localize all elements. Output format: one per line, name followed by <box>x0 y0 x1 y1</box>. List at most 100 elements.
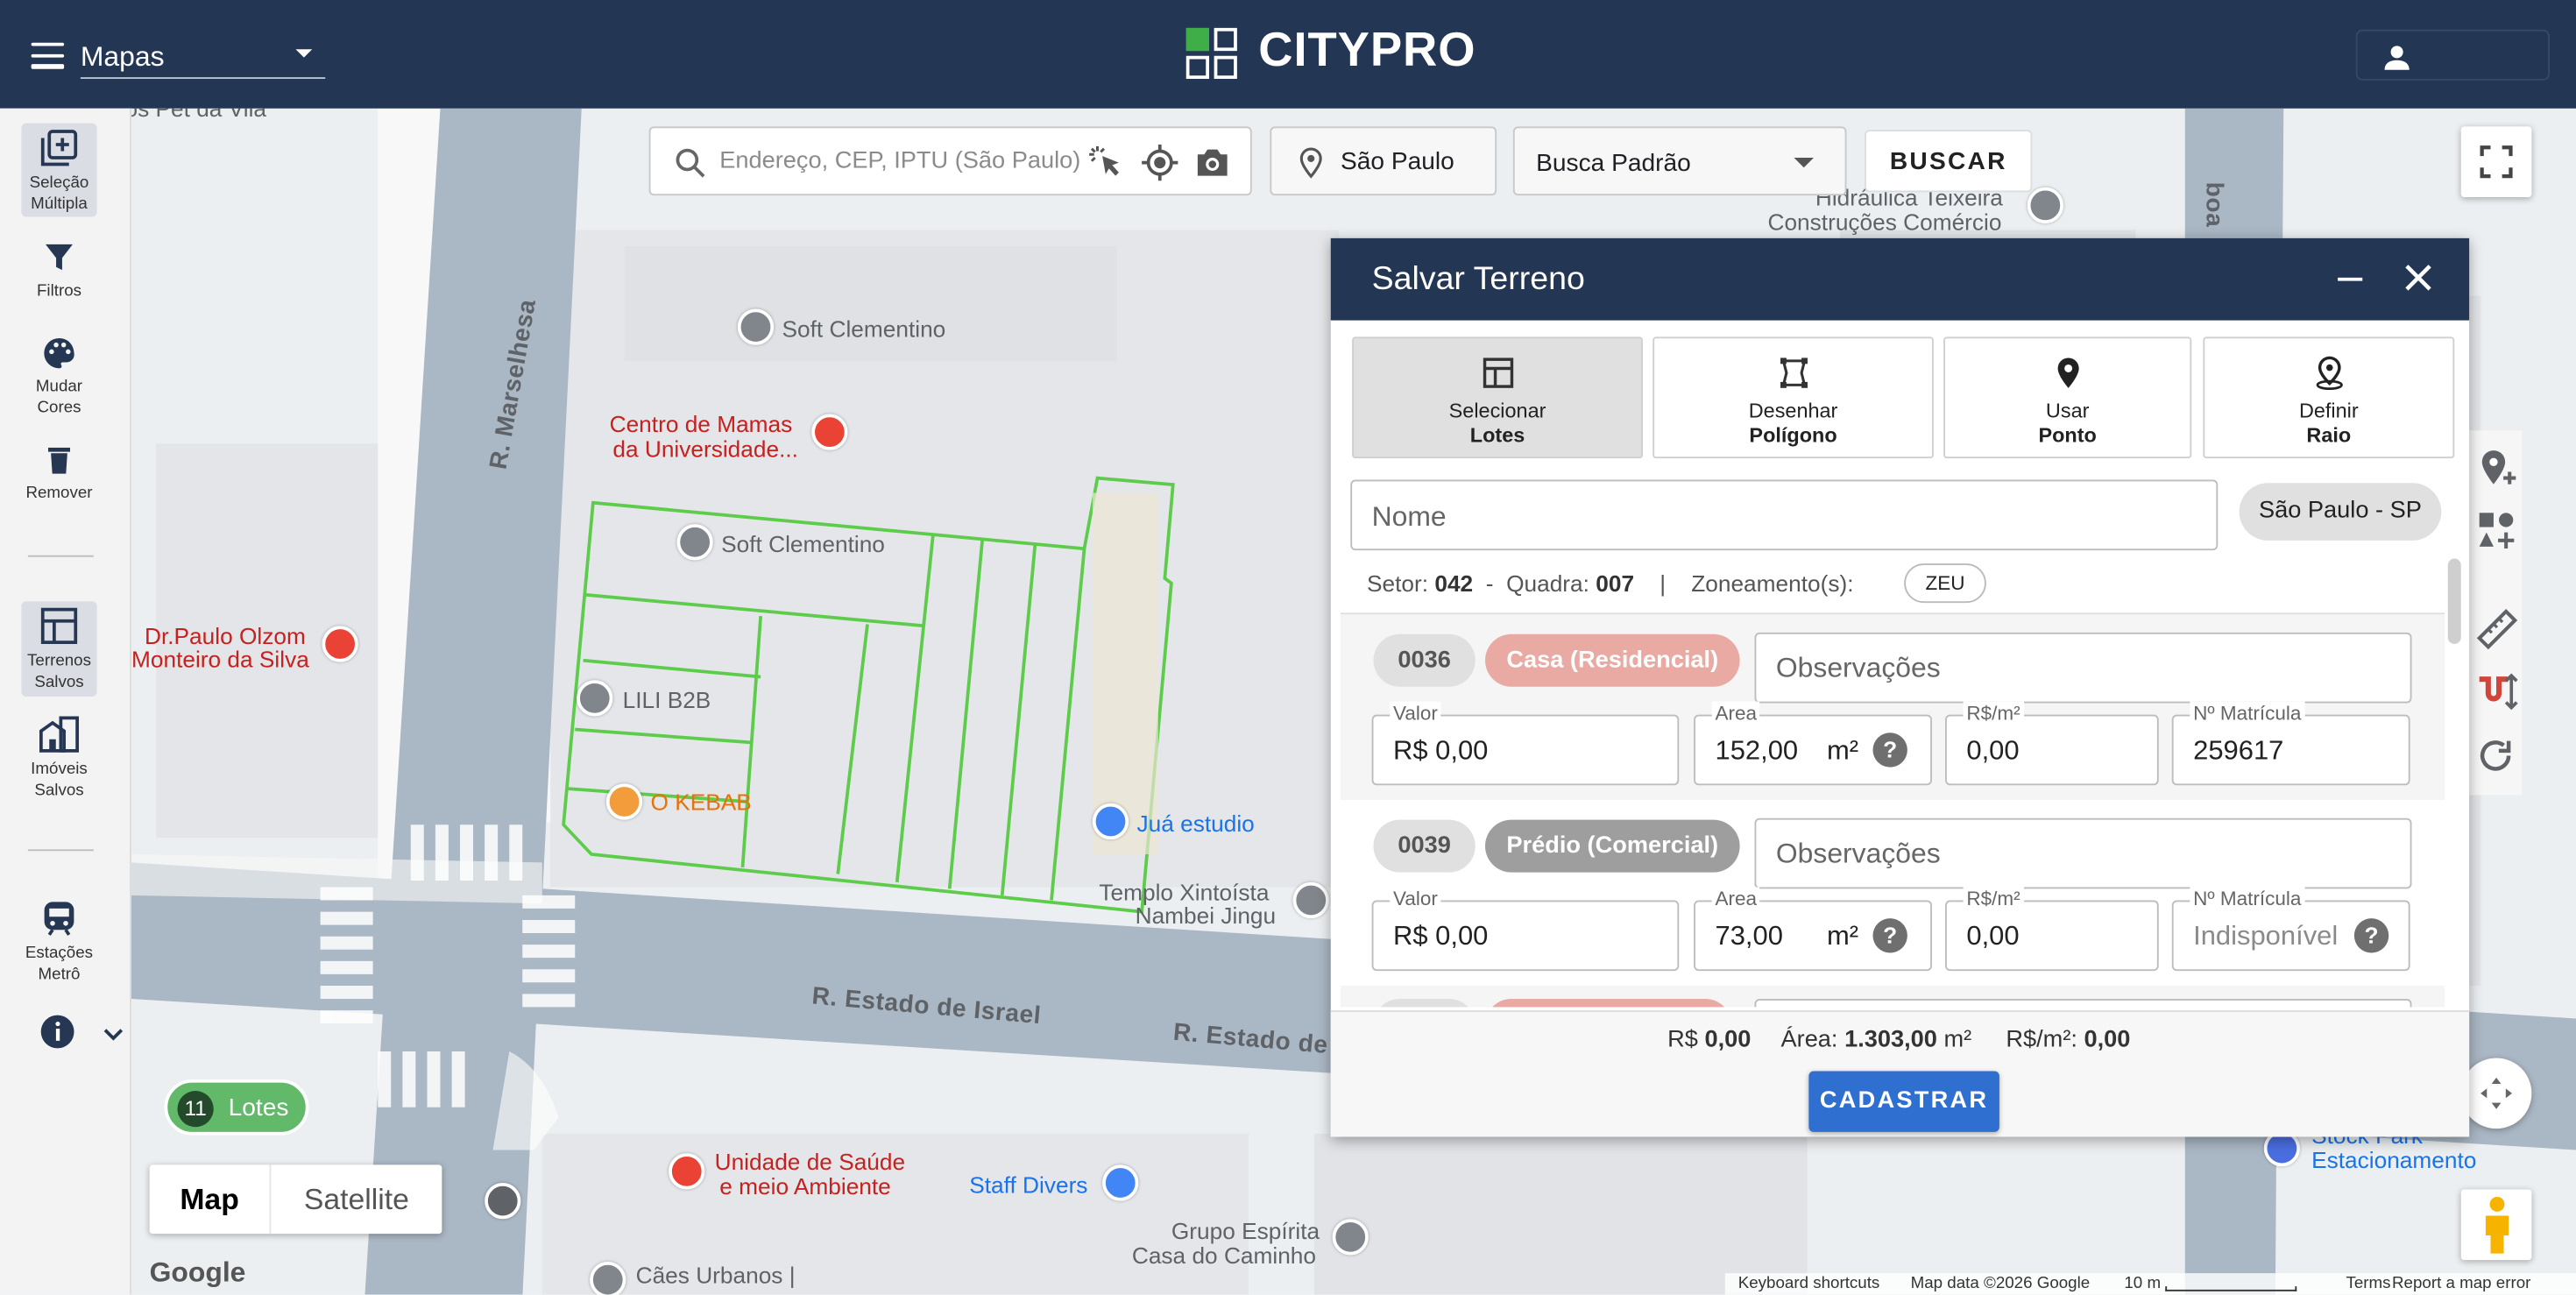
setor-label: Setor: <box>1367 570 1429 597</box>
scrollbar[interactable] <box>2447 558 2461 644</box>
worship-pin-icon[interactable] <box>1332 1219 1369 1256</box>
terms-link[interactable]: Terms <box>2346 1275 2391 1293</box>
temple-pin-icon[interactable] <box>1292 881 1329 919</box>
fullscreen-button[interactable] <box>2460 126 2532 197</box>
rsm2-field[interactable]: R$/m² 0,00 <box>1945 701 2159 786</box>
close-icon[interactable] <box>2402 261 2435 294</box>
lot-use-chip: Prédio (Comercial) <box>1485 819 1740 873</box>
matricula-field[interactable]: Nº Matrícula Indisponível ? <box>2171 887 2410 972</box>
poi-label[interactable]: O KEBAB <box>651 789 752 815</box>
help-icon[interactable]: ? <box>1872 732 1907 768</box>
scale-bar <box>2165 1286 2297 1291</box>
poi-label[interactable]: Grupo Espírita <box>1171 1217 1320 1243</box>
poi-pin-icon[interactable] <box>2027 187 2063 223</box>
matricula-field[interactable]: Nº Matrícula 259617 <box>2171 701 2410 786</box>
poi-label[interactable]: da Universidade... <box>612 435 798 462</box>
poi-label[interactable]: Unidade de Saúde <box>715 1149 906 1175</box>
sidebar-item-remover[interactable]: Remover <box>21 437 96 505</box>
cadastrar-button[interactable]: CADASTRAR <box>1808 1071 1999 1132</box>
poi-label[interactable]: Soft Clementino <box>721 531 885 557</box>
pan-button[interactable] <box>2460 1058 2532 1129</box>
chevron-down-icon[interactable] <box>102 1027 124 1044</box>
poi-pin-icon[interactable] <box>590 1262 626 1295</box>
mode-usar-ponto[interactable]: Usar Ponto <box>1943 336 2192 459</box>
matricula-label: Nº Matrícula <box>2190 701 2305 725</box>
area-field[interactable]: Area 73,00 m² ? <box>1694 887 1932 972</box>
user-menu-button[interactable] <box>2355 29 2550 81</box>
bus-stop-icon[interactable] <box>485 1183 521 1220</box>
subway-icon <box>44 902 74 936</box>
city-button[interactable]: São Paulo <box>1270 126 1497 196</box>
keyboard-shortcuts-link[interactable]: Keyboard shortcuts <box>1738 1275 1880 1293</box>
add-shape-icon[interactable] <box>2476 509 2519 552</box>
poi-label[interactable]: Cães Urbanos | <box>636 1262 796 1288</box>
sidebar-item-imoveis-salvos[interactable]: Imóveis Salvos <box>21 710 96 802</box>
hospital-pin-icon[interactable] <box>811 414 848 450</box>
sidebar-item-selecao-multipla[interactable]: Seleção Múltipla <box>21 123 97 217</box>
poi-label[interactable]: Centro de Mamas <box>610 411 793 437</box>
sidebar-item-estacoes-metro[interactable]: Estações Metrô <box>21 894 96 986</box>
poi-label[interactable]: Estacionamento <box>2311 1147 2476 1173</box>
poi-label[interactable]: Juá estudio <box>1137 810 1255 836</box>
search-button[interactable]: BUSCAR <box>1865 130 2033 193</box>
hospital-pin-icon[interactable] <box>669 1153 705 1190</box>
dashboard-icon <box>40 607 78 644</box>
info-icon[interactable] <box>39 1014 75 1050</box>
minimize-icon[interactable] <box>2338 277 2363 281</box>
mode-desenhar-poligono[interactable]: Desenhar Polígono <box>1652 336 1934 459</box>
add-marker-icon[interactable] <box>2476 447 2519 490</box>
help-icon[interactable]: ? <box>2353 918 2389 953</box>
lot-list[interactable]: 0036 Casa (Residencial) Observações Valo… <box>1341 612 2445 1008</box>
restaurant-pin-icon[interactable] <box>605 783 643 820</box>
user-icon <box>2384 46 2410 70</box>
map-type-map-button[interactable]: Map <box>150 1164 270 1234</box>
click-select-icon[interactable] <box>1087 143 1127 182</box>
poi-pin-icon[interactable] <box>577 680 613 717</box>
poi-label[interactable]: e meio Ambiente <box>719 1173 891 1199</box>
lotes-count-badge[interactable]: 11 Lotes <box>164 1079 309 1136</box>
camera-icon[interactable] <box>1192 143 1232 182</box>
area-field[interactable]: Area 152,00 m² ? <box>1694 701 1932 786</box>
observacoes-field[interactable]: Observações <box>1754 632 2412 704</box>
street-view-button[interactable] <box>2460 1189 2532 1261</box>
total-rsm2-label: R$/m²: <box>2006 1026 2077 1053</box>
report-error-link[interactable]: Report a map error <box>2392 1275 2530 1293</box>
poi-pin-icon[interactable] <box>737 308 775 345</box>
mode-definir-raio[interactable]: Definir Raio <box>2203 336 2455 459</box>
map-select[interactable]: Mapas <box>80 33 326 79</box>
poi-label[interactable]: Nambei Jingu <box>1136 902 1277 928</box>
rsm2-field[interactable]: R$/m² 0,00 <box>1945 887 2159 972</box>
poi-label[interactable]: Soft Clementino <box>782 315 946 342</box>
mode-selecionar-lotes[interactable]: Selecionar Lotes <box>1352 336 1643 459</box>
valor-field[interactable]: Valor R$ 0,00 <box>1371 887 1680 972</box>
poi-label[interactable]: LILI B2B <box>623 687 711 713</box>
poi-label[interactable]: Casa do Caminho <box>1132 1242 1316 1269</box>
sidebar-item-filtros[interactable]: Filtros <box>21 235 96 302</box>
observacoes-field[interactable]: Observações <box>1754 817 2412 889</box>
menu-icon[interactable] <box>31 42 65 69</box>
poi-label[interactable]: Monteiro da Silva <box>131 646 309 672</box>
help-icon[interactable]: ? <box>1872 918 1907 953</box>
shop-pin-icon[interactable] <box>1092 803 1129 840</box>
search-input[interactable]: Endereço, CEP, IPTU (São Paulo) <box>648 126 1252 196</box>
my-location-icon[interactable] <box>1140 143 1179 182</box>
map-type-satellite-button[interactable]: Satellite <box>269 1164 442 1235</box>
scale-text[interactable]: 10 m <box>2124 1275 2161 1293</box>
poi-label[interactable]: Construções Comércio <box>1768 209 2002 235</box>
poi-label[interactable]: Staff Divers <box>969 1171 1087 1198</box>
magnet-height-icon[interactable] <box>2476 670 2519 713</box>
refresh-icon[interactable] <box>2476 736 2516 775</box>
medical-pin-icon[interactable] <box>322 626 358 662</box>
valor-field[interactable]: Valor R$ 0,00 <box>1371 701 1680 786</box>
ruler-icon[interactable] <box>2476 608 2519 651</box>
search-type-select[interactable]: Busca Padrão <box>1512 126 1847 196</box>
shop-pin-icon[interactable] <box>1102 1164 1139 1201</box>
pan-arrows-icon <box>2480 1077 2513 1109</box>
name-field[interactable]: Nome <box>1350 479 2219 551</box>
sidebar-item-terrenos-salvos[interactable]: Terrenos Salvos <box>21 601 97 697</box>
observacoes-field[interactable] <box>1754 999 2412 1008</box>
poi-pin-icon[interactable] <box>676 524 713 561</box>
mode-label: Definir <box>2298 399 2359 422</box>
sidebar-item-mudar-cores[interactable]: Mudar Cores <box>21 330 96 419</box>
sidebar-item-label: Remover <box>25 485 93 503</box>
